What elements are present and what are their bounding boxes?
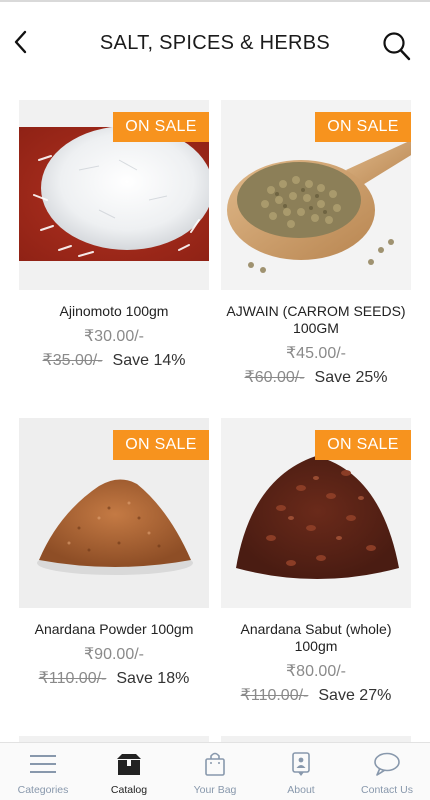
product-image[interactable]: ON SALE (19, 418, 209, 608)
search-button[interactable] (382, 30, 412, 62)
box-icon (117, 754, 141, 775)
discount-row: ₹110.00/- Save 18% (19, 668, 209, 688)
tab-about[interactable]: About (258, 743, 344, 800)
chat-bubble-icon (374, 752, 400, 776)
tab-label: Catalog (110, 784, 148, 796)
product-price: ₹30.00/- (84, 328, 144, 345)
on-sale-badge: ON SALE (113, 112, 209, 142)
save-percent: Save 14% (112, 352, 186, 369)
shopping-bag-icon (205, 752, 225, 776)
product-image[interactable]: ON SALE (221, 418, 411, 608)
on-sale-badge: ON SALE (315, 430, 411, 460)
tab-label: Categories (17, 784, 69, 796)
original-price: ₹35.00/- (42, 352, 103, 369)
original-price: ₹110.00/- (38, 670, 107, 687)
product-price: ₹90.00/- (84, 646, 144, 663)
tab-label: Your Bag (193, 784, 237, 796)
product-price: ₹45.00/- (286, 345, 346, 362)
tab-contact-us[interactable]: Contact Us (344, 743, 430, 800)
original-price: ₹60.00/- (244, 369, 305, 386)
discount-row: ₹110.00/- Save 27% (221, 685, 411, 705)
tab-label: About (287, 784, 315, 796)
on-sale-badge: ON SALE (315, 112, 411, 142)
tab-catalog[interactable]: Catalog (86, 743, 172, 800)
tab-your-bag[interactable]: Your Bag (172, 743, 258, 800)
original-price: ₹110.00/- (240, 687, 309, 704)
product-name[interactable]: Ajinomoto 100gm (19, 303, 209, 320)
product-image[interactable]: ON SALE (19, 100, 209, 290)
search-icon (383, 32, 411, 61)
discount-row: ₹35.00/- Save 14% (19, 350, 209, 370)
discount-row: ₹60.00/- Save 25% (221, 367, 411, 387)
save-percent: Save 18% (116, 670, 190, 687)
product-price: ₹80.00/- (286, 663, 346, 680)
product-name[interactable]: Anardana Powder 100gm (19, 621, 209, 638)
page-title: SALT, SPICES & HERBS (99, 32, 331, 54)
tab-label: Contact Us (361, 784, 413, 796)
product-name[interactable]: Anardana Sabut (whole) 100gm (221, 621, 411, 655)
app-header: SALT, SPICES & HERBS (0, 2, 430, 84)
menu-lines-icon (30, 755, 56, 773)
product-name[interactable]: AJWAIN (CARROM SEEDS) 100GM (221, 303, 411, 337)
save-percent: Save 27% (318, 687, 392, 704)
tab-categories[interactable]: Categories (0, 743, 86, 800)
save-percent: Save 25% (314, 369, 388, 386)
on-sale-badge: ON SALE (113, 430, 209, 460)
product-image[interactable]: ON SALE (221, 100, 411, 290)
about-info-icon (292, 752, 310, 776)
bottom-tab-bar: Categories Catalog Your Bag About Contac… (0, 742, 430, 800)
